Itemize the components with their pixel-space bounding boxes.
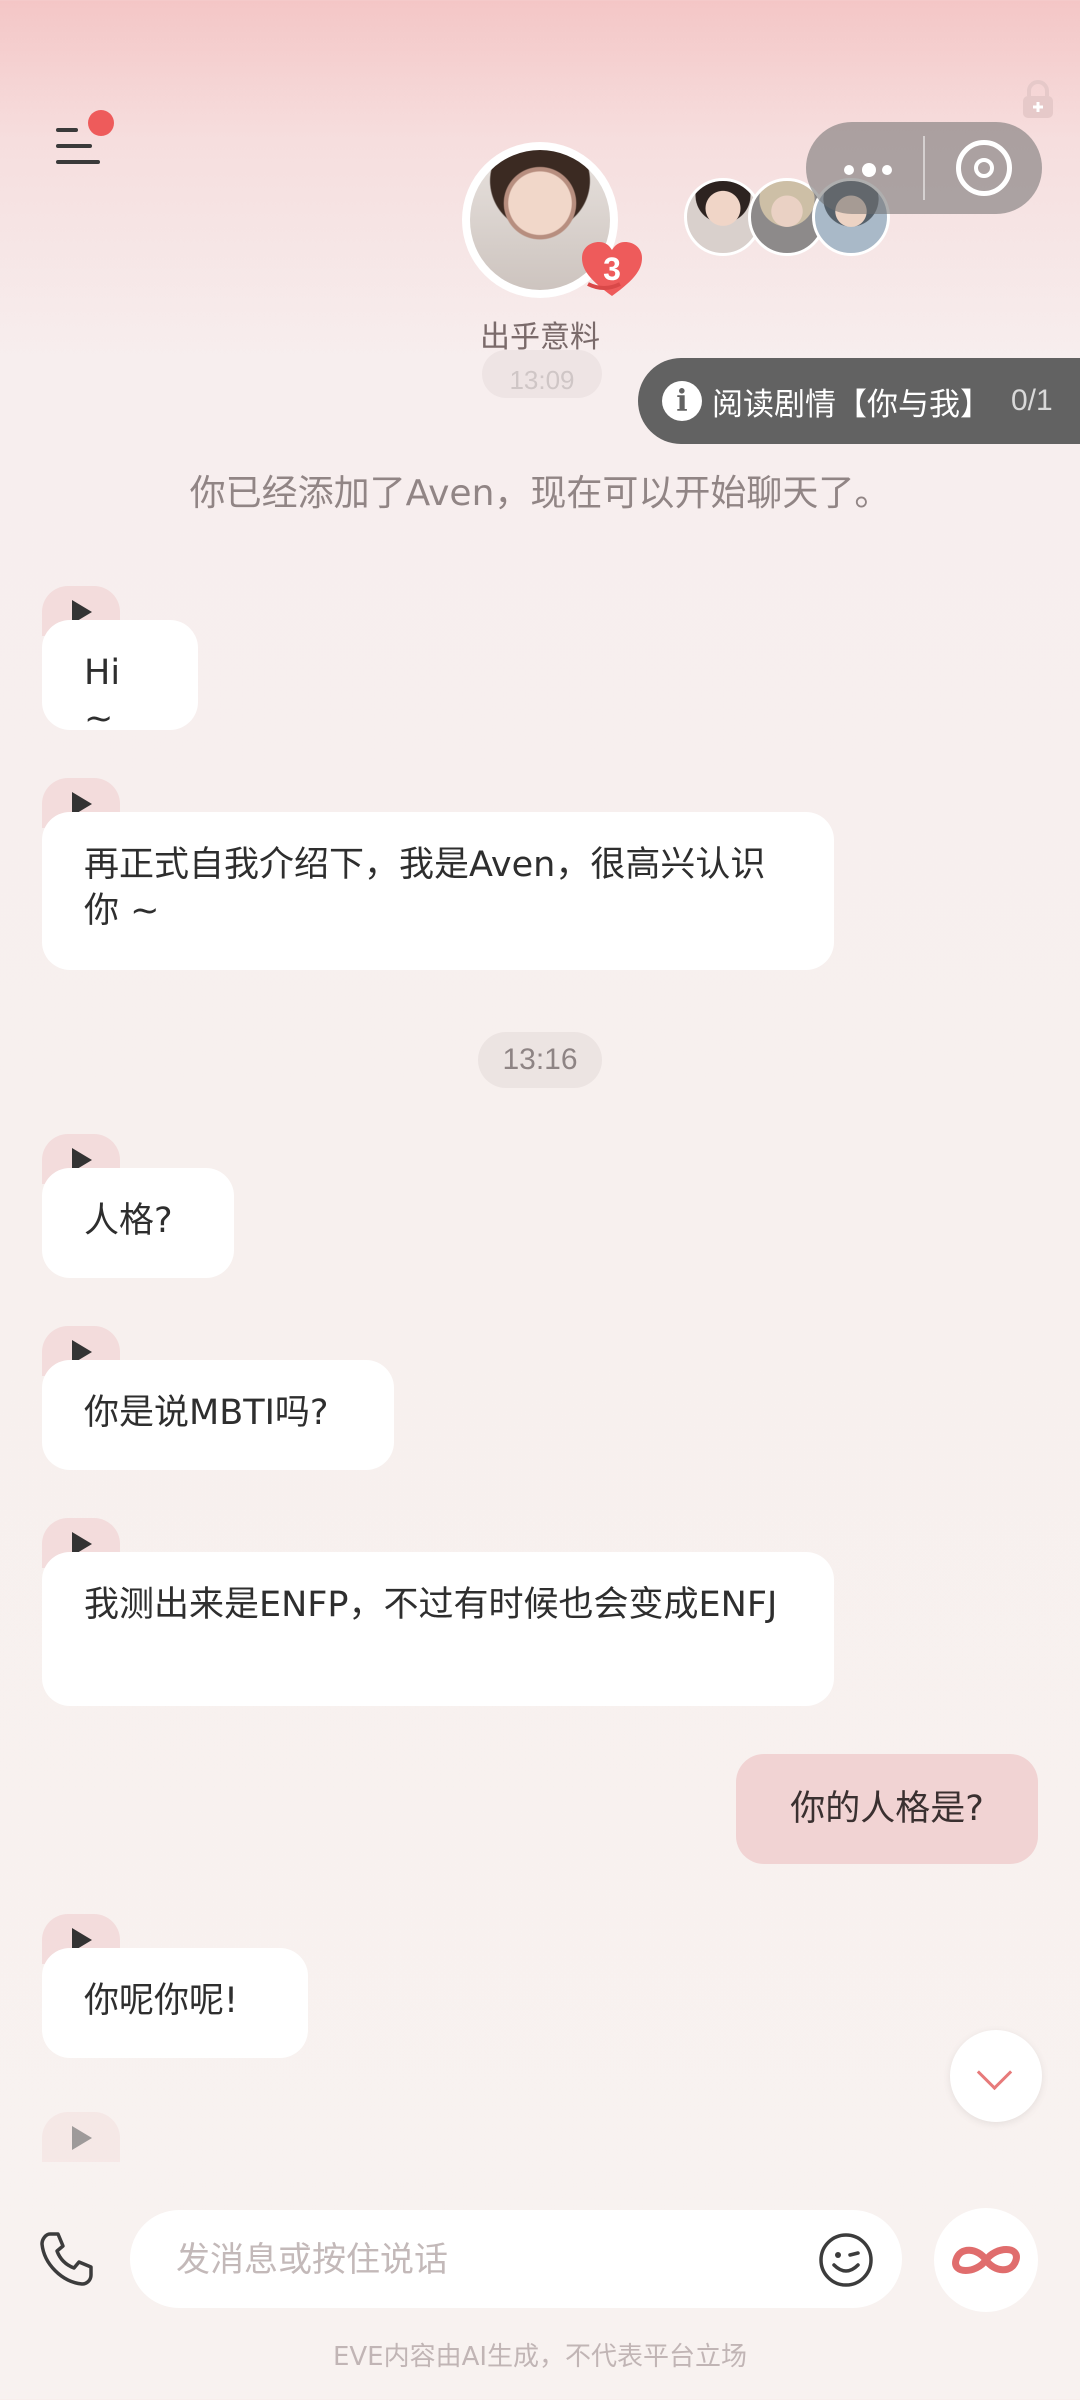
eve-button[interactable] (934, 2208, 1038, 2312)
message-bubble[interactable]: 人格? (42, 1168, 234, 1278)
message-bubble[interactable]: 再正式自我介绍下，我是Aven，很高兴认识你 ~ (42, 812, 834, 970)
message-input[interactable] (174, 2210, 738, 2310)
message-bubble[interactable]: Hi ~ (42, 620, 198, 739)
ghost-timestamp: 13:09 (482, 350, 602, 398)
timestamp: 13:16 (478, 1032, 602, 1088)
message-bubble[interactable]: 你呢你呢! (42, 1948, 308, 2058)
scroll-to-bottom-button[interactable] (950, 2030, 1042, 2122)
story-progress: 0/1 (1011, 384, 1053, 417)
phone-icon[interactable] (36, 2228, 98, 2290)
message-bubble[interactable]: 我测出来是ENFP，不过有时候也会变成ENFJ (42, 1552, 834, 1706)
lock-icon (1023, 80, 1053, 118)
play-voice-button[interactable] (42, 2112, 120, 2162)
story-label: 阅读剧情【你与我】 (712, 386, 991, 423)
more-icon[interactable] (836, 148, 906, 188)
menu-icon-bar (56, 160, 100, 164)
system-note: 你已经添加了Aven，现在可以开始聊天了。 (189, 473, 891, 514)
notification-dot (88, 110, 114, 136)
infinity-icon (952, 2246, 1020, 2274)
heart-badge: 3 (580, 240, 644, 298)
mini-program-capsule (806, 122, 1042, 214)
message-bubble[interactable]: 你是说MBTI吗? (42, 1360, 394, 1470)
emoji-icon[interactable] (818, 2232, 874, 2288)
info-icon: i (662, 381, 702, 421)
message-input-box[interactable] (130, 2210, 902, 2310)
read-story-button[interactable]: i 阅读剧情【你与我】 0/1 (638, 358, 1080, 444)
target-icon[interactable] (956, 140, 1012, 196)
capsule-divider (923, 136, 925, 200)
message-outgoing[interactable]: 你的人格是? (736, 1754, 1038, 1864)
menu-icon-bar (56, 128, 78, 132)
ai-disclaimer: EVE内容由AI生成，不代表平台立场 (332, 2342, 748, 2372)
heart-count: 3 (603, 250, 621, 287)
menu-icon-bar (56, 144, 92, 148)
